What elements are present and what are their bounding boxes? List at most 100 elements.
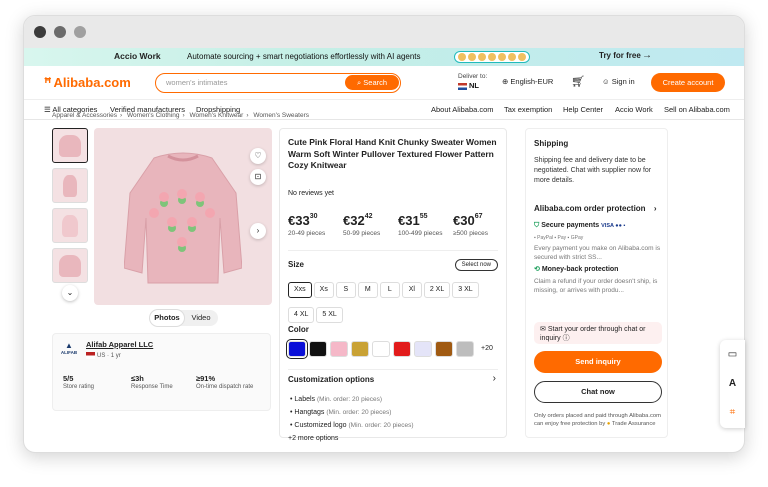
tax-exemption-link[interactable]: Tax exemption xyxy=(504,105,552,114)
response-time-value: ≤3h xyxy=(131,374,144,383)
deliver-label: Deliver to: xyxy=(458,73,488,80)
chat-now-button[interactable]: Chat now xyxy=(534,381,662,403)
product-panel: Cute Pink Floral Hand Knit Chunky Sweate… xyxy=(279,128,508,442)
heart-icon[interactable]: ♡ xyxy=(250,148,266,164)
send-inquiry-button[interactable]: Send inquiry xyxy=(534,351,662,373)
search-button[interactable]: ⌕ Search xyxy=(345,75,399,90)
size-option[interactable]: Xxs xyxy=(288,282,312,298)
color-swatch[interactable] xyxy=(351,341,369,357)
refund-text: Claim a refund if your order doesn't shi… xyxy=(534,278,658,294)
maximize-window-button[interactable] xyxy=(74,26,86,38)
thumbnail[interactable] xyxy=(52,128,88,163)
thumbnail[interactable] xyxy=(52,208,88,243)
minimize-window-button[interactable] xyxy=(54,26,66,38)
close-window-button[interactable] xyxy=(34,26,46,38)
order-sidebar: Shipping Shipping fee and delivery date … xyxy=(525,128,668,438)
nl-flag-icon xyxy=(458,82,467,90)
thumbnail[interactable] xyxy=(52,248,88,283)
store-rating-label: Store rating xyxy=(63,384,95,390)
color-swatch[interactable] xyxy=(286,339,308,359)
price-main: €33 xyxy=(288,213,310,228)
color-options: +20 xyxy=(286,339,493,359)
price-tier: €3067 ≥500 pieces xyxy=(453,213,508,237)
size-option[interactable]: 5 XL xyxy=(316,307,343,323)
price-cents: 67 xyxy=(474,213,483,220)
size-option[interactable]: 3 XL xyxy=(452,282,479,298)
size-option[interactable]: S xyxy=(335,282,356,298)
accio-work-link[interactable]: Accio Work xyxy=(615,105,653,114)
scan-icon[interactable]: ⌗ xyxy=(720,398,745,427)
chevron-right-icon[interactable]: › xyxy=(493,373,496,384)
size-option[interactable]: 2 XL xyxy=(423,282,451,298)
alibaba-logo[interactable]: ꟸ Alibaba.com xyxy=(44,75,131,91)
promo-banner[interactable]: Accio Work Automate sourcing + smart neg… xyxy=(24,48,744,66)
color-label: Color xyxy=(288,325,309,334)
customization-title[interactable]: Customization options xyxy=(288,375,374,384)
chevron-right-icon: › xyxy=(120,112,123,119)
color-swatch[interactable] xyxy=(330,341,348,357)
size-option[interactable]: Xs xyxy=(313,282,334,298)
media-tabs: Photos Video xyxy=(150,310,218,326)
chat-icon: ✉ xyxy=(540,326,546,333)
deliver-to[interactable]: Deliver to: NL xyxy=(458,72,487,91)
color-swatch[interactable] xyxy=(393,341,411,357)
money-back-label: Money-back protection xyxy=(541,266,619,273)
about-link[interactable]: About Alibaba.com xyxy=(431,105,494,114)
sell-link[interactable]: Sell on Alibaba.com xyxy=(664,105,730,114)
thumbnail[interactable] xyxy=(52,168,88,203)
product-main-image[interactable]: ♡ ⊡ › xyxy=(94,128,272,305)
secure-payments: ⛉ Secure payments VISA ●● ▪ xyxy=(534,222,625,230)
more-colors-link[interactable]: +20 xyxy=(481,341,493,357)
protection-title-label: Alibaba.com order protection xyxy=(534,204,646,213)
message-icon[interactable]: ▭ xyxy=(720,340,745,369)
size-option[interactable]: Xl xyxy=(401,282,422,298)
chevron-right-icon: › xyxy=(246,112,249,119)
list-item: • Labels (Min. order: 20 pieces) xyxy=(290,396,383,403)
breadcrumb-item[interactable]: Women's Knitwear xyxy=(189,112,243,119)
menu-icon: ☰ xyxy=(44,105,51,114)
color-swatch[interactable] xyxy=(456,341,474,357)
list-item: • Hangtags (Min. order: 20 pieces) xyxy=(290,409,392,416)
more-options-link[interactable]: +2 more options xyxy=(288,435,338,442)
cart-icon[interactable]: 🛒︎ xyxy=(571,75,585,88)
try-free-link[interactable]: Try for free xyxy=(599,51,641,60)
image-search-icon[interactable]: ⊡ xyxy=(250,169,266,185)
protection-title[interactable]: Alibaba.com order protection › xyxy=(534,204,656,213)
search-input[interactable]: women's intimates xyxy=(166,78,227,87)
price-range: 20-49 pieces xyxy=(288,230,326,237)
tab-photos[interactable]: Photos xyxy=(150,310,184,326)
color-swatch[interactable] xyxy=(414,341,432,357)
trade-assurance-icon: ● xyxy=(606,421,611,427)
language-label: English-EUR xyxy=(510,77,554,86)
store-rating: 5/5 Store rating xyxy=(63,374,94,390)
chevron-down-icon[interactable]: ⌄ xyxy=(62,285,78,301)
breadcrumb-item[interactable]: Women's Clothing xyxy=(127,112,179,119)
supplier-logo: ▲ ALIFAB xyxy=(60,341,78,355)
title-bar xyxy=(24,16,744,48)
select-now-button[interactable]: Select now xyxy=(454,259,498,271)
size-option[interactable]: 4 XL xyxy=(288,307,315,323)
arrow-right-icon: → xyxy=(642,50,652,61)
breadcrumb-item[interactable]: Apparel & Accessories xyxy=(52,112,117,119)
size-option[interactable]: L xyxy=(379,282,400,298)
color-swatch[interactable] xyxy=(372,341,390,357)
product-title: Cute Pink Floral Hand Knit Chunky Sweate… xyxy=(288,137,497,170)
chevron-right-icon[interactable]: › xyxy=(250,223,266,239)
user-icon: ☺︎ xyxy=(602,77,610,86)
info-icon: ⓘ xyxy=(562,335,570,342)
breadcrumb-item[interactable]: Women's Sweaters xyxy=(253,112,309,119)
sign-in-link[interactable]: ☺︎ Sign in xyxy=(602,77,635,86)
create-account-button[interactable]: Create account xyxy=(651,73,725,92)
price-tier: €3242 50-99 pieces xyxy=(343,213,398,237)
color-swatch[interactable] xyxy=(309,341,327,357)
language-selector[interactable]: ⊕ English-EUR xyxy=(502,77,553,86)
supplier-name[interactable]: Alifab Apparel LLC xyxy=(86,340,153,349)
accio-icon[interactable]: A xyxy=(720,369,745,398)
help-center-link[interactable]: Help Center xyxy=(563,105,603,114)
size-option[interactable]: M xyxy=(357,282,378,298)
color-swatch[interactable] xyxy=(435,341,453,357)
start-order-chip[interactable]: ✉ Start your order through chat or inqui… xyxy=(534,322,662,344)
deliver-country: NL xyxy=(469,81,479,90)
option-note: (Min. order: 20 pieces) xyxy=(326,409,392,416)
tab-video[interactable]: Video xyxy=(184,310,218,326)
